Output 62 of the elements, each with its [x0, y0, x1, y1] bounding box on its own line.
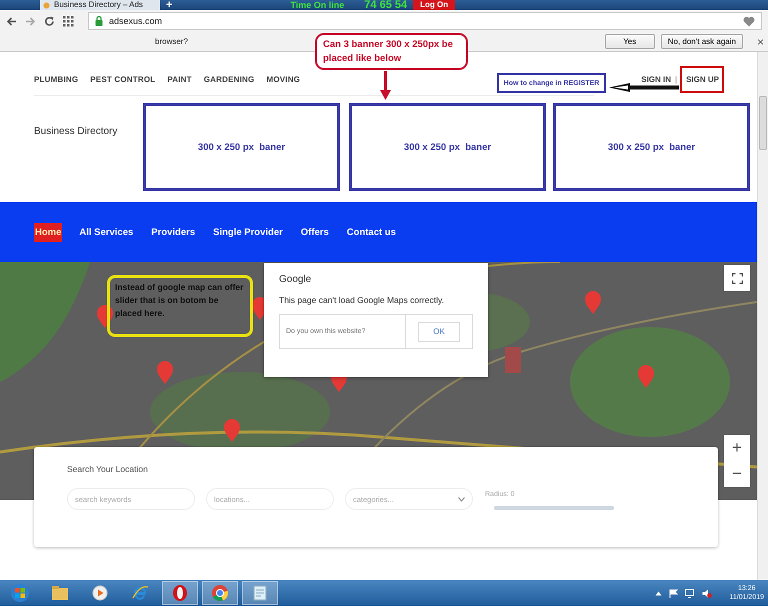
taskbar-button[interactable] [162, 581, 198, 605]
highlight-frame [680, 66, 724, 93]
network-icon[interactable] [685, 588, 696, 598]
scrollbar-thumb[interactable] [759, 96, 767, 150]
heart-icon[interactable] [743, 16, 755, 26]
nav-link[interactable]: Providers [150, 222, 196, 242]
banner-label: 300 x 250 px baner [608, 142, 696, 152]
radius-slider[interactable] [494, 506, 614, 510]
chrome-icon [210, 583, 230, 603]
chevron-icon [458, 496, 465, 502]
favicon-icon [43, 2, 50, 9]
sign-in-link[interactable]: SIGN IN [641, 74, 672, 84]
tray-expand-icon[interactable] [655, 590, 662, 596]
start-button-icon [10, 583, 30, 603]
banner-label: 300 x 250 px baner [198, 142, 286, 152]
annotation-arrow [608, 82, 680, 93]
annotation-note: Instead of google map can offer slider that is on botom be placed here. [107, 275, 253, 337]
category-link[interactable]: PLUMBING [34, 74, 78, 84]
timer-label: Time On line [290, 0, 344, 10]
speaker-icon[interactable] [702, 588, 712, 598]
lock-icon [95, 16, 103, 26]
new-tab-button[interactable]: + [166, 0, 172, 10]
dialog-title: Google [279, 274, 312, 285]
flag-icon[interactable] [669, 588, 678, 598]
category-link[interactable]: MOVING [266, 74, 300, 84]
separator: | [675, 74, 678, 84]
infobar-message: browser? [155, 37, 188, 46]
category-link[interactable]: PAINT [167, 74, 192, 84]
opera-icon [170, 583, 190, 603]
scrollbar[interactable] [757, 52, 768, 580]
dismiss-button[interactable]: No, don't ask again [660, 34, 743, 49]
dialog-message: This page can't load Google Maps correctly. [279, 295, 445, 305]
folder-icon [50, 583, 70, 603]
browser-e-icon [130, 583, 150, 603]
timer-value: 74 65 54 [364, 0, 408, 10]
category-link[interactable]: GARDENING [204, 74, 254, 84]
site-title: Business Directory [34, 126, 118, 137]
back-icon[interactable] [6, 16, 17, 26]
fullscreen-button[interactable] [724, 265, 750, 291]
banner-label: 300 x 250 px baner [404, 142, 492, 152]
log-on-button[interactable]: Log On [413, 0, 456, 10]
media-player-icon [90, 583, 110, 603]
annotation-callout: Can 3 banner 300 x 250px be placed like below [315, 33, 468, 70]
nav-link[interactable]: Offers [300, 222, 330, 242]
nav-link[interactable]: Contact us [346, 222, 397, 242]
address-field[interactable]: adsexus.com [88, 12, 762, 30]
taskbar-button[interactable] [202, 581, 238, 605]
reload-icon[interactable] [44, 16, 55, 26]
nav-link[interactable]: Single Provider [212, 222, 284, 242]
fullscreen-icon [732, 272, 742, 284]
yes-button[interactable]: Yes [604, 34, 655, 49]
sign-up-link[interactable]: SIGN UP [686, 74, 719, 84]
search-title: Search Your Location [67, 464, 149, 474]
nav-link[interactable]: All Services [78, 222, 134, 242]
nav-link[interactable]: Home [34, 222, 62, 242]
ok-button[interactable]: OK [418, 322, 460, 342]
browser-tab[interactable]: Business Directory – Ads [40, 0, 160, 10]
category-link[interactable]: PEST CONTROL [90, 74, 156, 84]
annotation-arrow [379, 71, 392, 101]
close-button[interactable]: × [756, 36, 764, 48]
apps-grid-icon[interactable] [63, 16, 74, 26]
taskbar-button[interactable] [242, 581, 278, 605]
